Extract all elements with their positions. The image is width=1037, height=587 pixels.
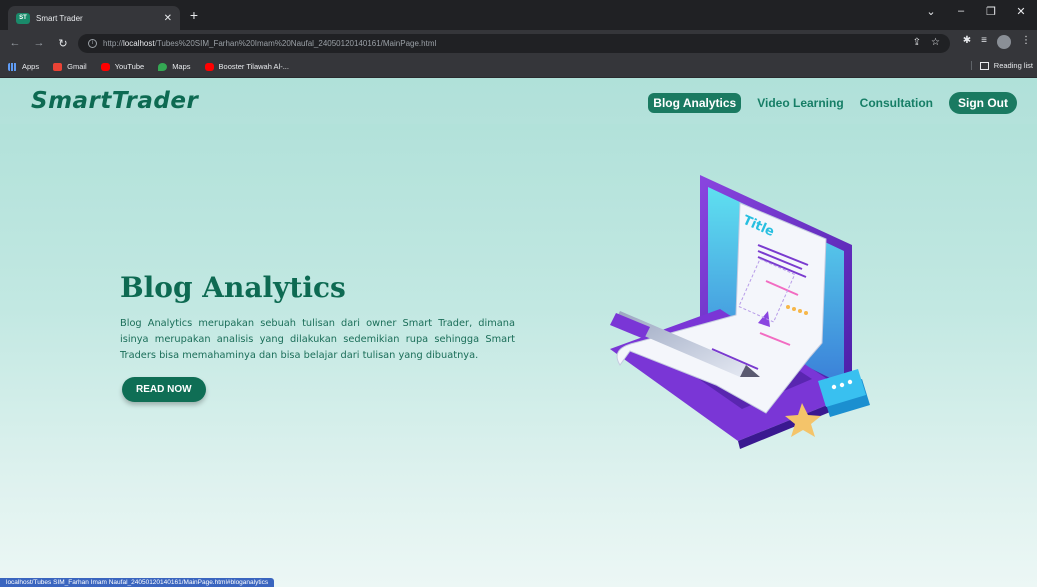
bookmark-booster[interactable]: Booster Tilawah Al-... bbox=[204, 62, 289, 71]
youtube-icon bbox=[100, 62, 110, 71]
minimize-icon[interactable]: – bbox=[953, 5, 969, 18]
favicon-icon: ST bbox=[16, 12, 30, 24]
bookmarks-bar: Apps Gmail YouTube Maps Booster Tilawah … bbox=[0, 56, 1037, 78]
bookmark-label: Booster Tilawah Al-... bbox=[218, 62, 289, 71]
menu-icon[interactable]: ⋮ bbox=[1021, 35, 1031, 49]
page-viewport: SmartTrader Blog Analytics Video Learnin… bbox=[0, 78, 1037, 587]
bookmark-label: YouTube bbox=[114, 62, 145, 71]
status-bar-url: localhost/Tubes SIM_Farhan Imam Naufal_2… bbox=[0, 578, 275, 587]
restore-icon[interactable]: ❐ bbox=[983, 5, 999, 18]
window-controls: ⌄ – ❐ ✕ bbox=[923, 5, 1029, 18]
tab-title: Smart Trader bbox=[36, 13, 83, 23]
maps-icon bbox=[158, 62, 168, 71]
youtube-icon bbox=[204, 62, 214, 71]
url-path: /Tubes%20SIM_Farhan%20Imam%20Naufal_2405… bbox=[154, 39, 437, 48]
address-bar[interactable]: i http://localhost/Tubes%20SIM_Farhan%20… bbox=[78, 34, 950, 53]
url-host: localhost bbox=[123, 39, 155, 48]
nav-video-learning[interactable]: Video Learning bbox=[757, 96, 843, 110]
tab-search-icon[interactable]: ⌄ bbox=[923, 5, 939, 18]
back-icon[interactable]: ← bbox=[6, 37, 24, 49]
reading-list-icon bbox=[979, 61, 989, 70]
laptop-document-illustration: Title bbox=[610, 175, 870, 449]
bookmark-star-icon[interactable]: ☆ bbox=[931, 37, 940, 48]
nav-consultation[interactable]: Consultation bbox=[860, 96, 933, 110]
apps-icon bbox=[8, 62, 17, 71]
bookmark-apps[interactable]: Apps bbox=[8, 62, 39, 71]
hero-description: Blog Analytics merupakan sebuah tulisan … bbox=[120, 318, 515, 361]
sign-out-button[interactable]: Sign Out bbox=[949, 92, 1017, 114]
gmail-icon bbox=[53, 62, 63, 71]
media-icon[interactable]: ≡ bbox=[981, 35, 987, 49]
nav-links: Blog Analytics Video Learning Consultati… bbox=[632, 92, 1017, 114]
site-navbar: SmartTrader Blog Analytics Video Learnin… bbox=[0, 78, 1037, 124]
bookmark-maps[interactable]: Maps bbox=[158, 62, 191, 71]
url-prefix: http:// bbox=[103, 39, 124, 48]
hero-title: Blog Analytics bbox=[120, 271, 346, 304]
reading-list-button[interactable]: Reading list bbox=[970, 61, 1033, 70]
share-icon[interactable]: ⇪ bbox=[913, 37, 921, 48]
tab-close-icon[interactable]: ✕ bbox=[164, 13, 172, 24]
tab-strip: ST Smart Trader ✕ + ⌄ – ❐ ✕ bbox=[0, 0, 1037, 30]
profile-avatar[interactable] bbox=[997, 35, 1011, 49]
read-now-button[interactable]: READ NOW bbox=[122, 377, 206, 402]
extensions-icon[interactable]: ✱ bbox=[963, 35, 971, 49]
browser-tab[interactable]: ST Smart Trader ✕ bbox=[8, 6, 180, 30]
browser-toolbar: ← → ↻ i http://localhost/Tubes%20SIM_Far… bbox=[0, 30, 1037, 56]
site-logo[interactable]: SmartTrader bbox=[31, 88, 198, 114]
bookmark-gmail[interactable]: Gmail bbox=[53, 62, 87, 71]
reading-list-label: Reading list bbox=[993, 61, 1033, 70]
close-window-icon[interactable]: ✕ bbox=[1013, 5, 1029, 18]
info-icon[interactable]: i bbox=[88, 39, 97, 48]
bookmark-label: Apps bbox=[22, 62, 40, 71]
bookmark-label: Maps bbox=[172, 62, 191, 71]
reload-icon[interactable]: ↻ bbox=[54, 37, 72, 50]
bookmark-label: Gmail bbox=[67, 62, 87, 71]
bookmark-youtube[interactable]: YouTube bbox=[100, 62, 145, 71]
nav-blog-analytics[interactable]: Blog Analytics bbox=[648, 93, 742, 113]
forward-icon[interactable]: → bbox=[30, 37, 48, 49]
new-tab-button[interactable]: + bbox=[186, 7, 202, 23]
toolbar-icons: ✱ ≡ ⋮ bbox=[963, 35, 1031, 49]
